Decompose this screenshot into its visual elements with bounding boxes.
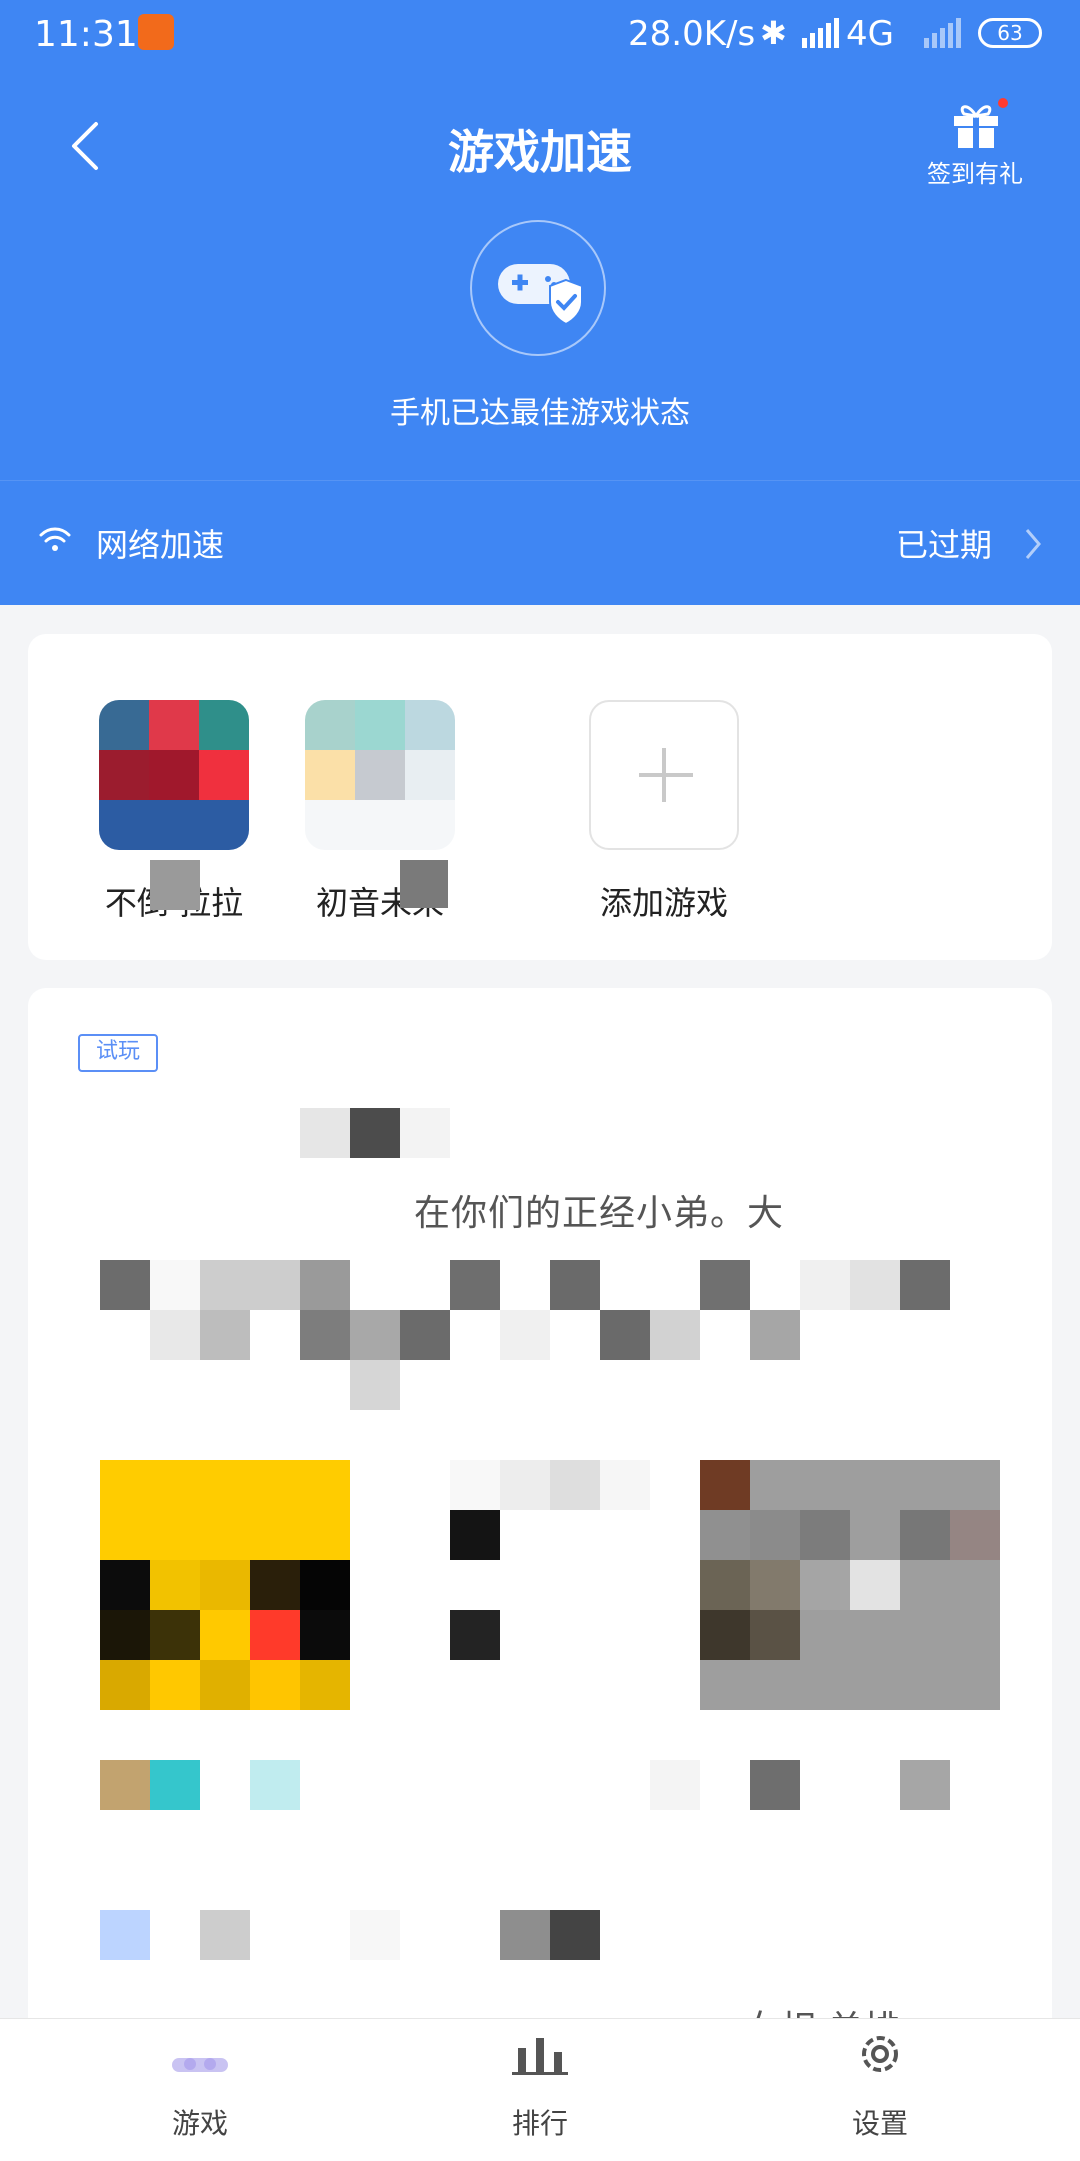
redaction-block <box>350 1910 400 1960</box>
redaction-block <box>150 1760 200 1810</box>
status-network-type: 4G <box>846 14 894 54</box>
redaction-block <box>200 1260 300 1310</box>
plus-icon <box>589 700 739 850</box>
ranking-icon <box>512 2038 568 2075</box>
nav-label: 设置 <box>851 2107 908 2140</box>
game-icon-mosaic <box>305 700 455 850</box>
games-tab-icon <box>172 2058 228 2072</box>
gamepad-shield-icon <box>498 264 583 326</box>
redaction-block <box>350 1360 400 1410</box>
wifi-icon <box>39 527 71 551</box>
add-game-label: 添加游戏 <box>599 884 728 922</box>
redaction-block <box>350 1310 400 1360</box>
nav-tab-settings[interactable]: 设置 <box>780 2030 980 2142</box>
feed-text-line1: 在你们的正经小弟。大 <box>414 1193 785 1234</box>
redaction-block <box>750 1760 800 1810</box>
gift-icon[interactable] <box>950 100 1002 150</box>
redaction-block <box>700 1260 750 1310</box>
add-game-button[interactable]: 添加游戏 <box>584 700 744 924</box>
redaction-block <box>400 1108 450 1158</box>
redaction-block <box>200 1910 250 1960</box>
nav-tab-games[interactable]: 游戏 <box>100 2030 300 2142</box>
page-title: 游戏加速 <box>448 125 632 179</box>
nav-label: 游戏 <box>171 2107 228 2140</box>
feed-tag: 试玩 <box>78 1034 158 1072</box>
redaction-block <box>250 1760 300 1810</box>
redaction-block <box>500 1910 550 1960</box>
signal-icon <box>802 18 839 48</box>
gift-label[interactable]: 签到有礼 <box>920 154 1030 189</box>
battery-indicator: 63 <box>978 18 1042 48</box>
redaction-block <box>800 1260 850 1310</box>
redaction-block <box>100 1260 150 1310</box>
redaction-block <box>650 1310 700 1360</box>
redaction-block <box>650 1760 700 1810</box>
redaction-block <box>300 1108 350 1158</box>
nav-label: 排行 <box>511 2107 568 2140</box>
redaction-block <box>150 1310 200 1360</box>
redaction-block <box>600 1460 650 1510</box>
redaction-block <box>350 1108 400 1158</box>
redaction-block <box>900 1760 950 1810</box>
redaction-block <box>450 1260 500 1310</box>
redaction-block <box>200 1310 250 1360</box>
redaction-block <box>100 1760 150 1810</box>
redaction-block <box>600 1310 650 1360</box>
notification-dot <box>998 98 1008 108</box>
redaction-block <box>550 1910 600 1960</box>
redaction-block <box>450 1610 500 1660</box>
redaction-block <box>450 1460 500 1510</box>
status-time: 11:31 <box>34 14 138 55</box>
redaction-block <box>150 860 200 910</box>
redaction-block <box>100 1910 150 1960</box>
game-icon <box>99 700 249 850</box>
feed-image-right <box>700 1460 1000 1710</box>
redaction-block <box>550 1460 600 1510</box>
redaction-block <box>300 1310 350 1360</box>
redaction-block <box>500 1310 550 1360</box>
redaction-block <box>400 860 448 908</box>
signal-secondary-icon <box>924 18 961 48</box>
device-status-message: 手机已达最佳游戏状态 <box>390 396 690 431</box>
gear-icon <box>862 2036 898 2072</box>
redaction-block <box>400 1310 450 1360</box>
redaction-block <box>750 1310 800 1360</box>
feed-image-left <box>100 1460 350 1710</box>
redaction-block <box>450 1510 500 1560</box>
app-notification-icon <box>138 14 174 50</box>
redaction-block <box>900 1260 950 1310</box>
redaction-block <box>550 1260 600 1310</box>
redaction-block <box>500 1460 550 1510</box>
network-accel-label: 网络加速 <box>96 526 225 564</box>
game-icon-mosaic <box>99 700 249 850</box>
redaction-block <box>300 1260 350 1310</box>
nav-tab-ranking[interactable]: 排行 <box>440 2030 640 2142</box>
status-network-speed: 28.0K/s <box>628 14 756 54</box>
redaction-block <box>850 1260 900 1310</box>
chevron-right-icon <box>1025 529 1041 559</box>
bluetooth-icon: ✱ <box>760 14 787 52</box>
game-icon <box>305 700 455 850</box>
network-accel-status: 已过期 <box>896 526 993 564</box>
redaction-block <box>150 1260 200 1310</box>
